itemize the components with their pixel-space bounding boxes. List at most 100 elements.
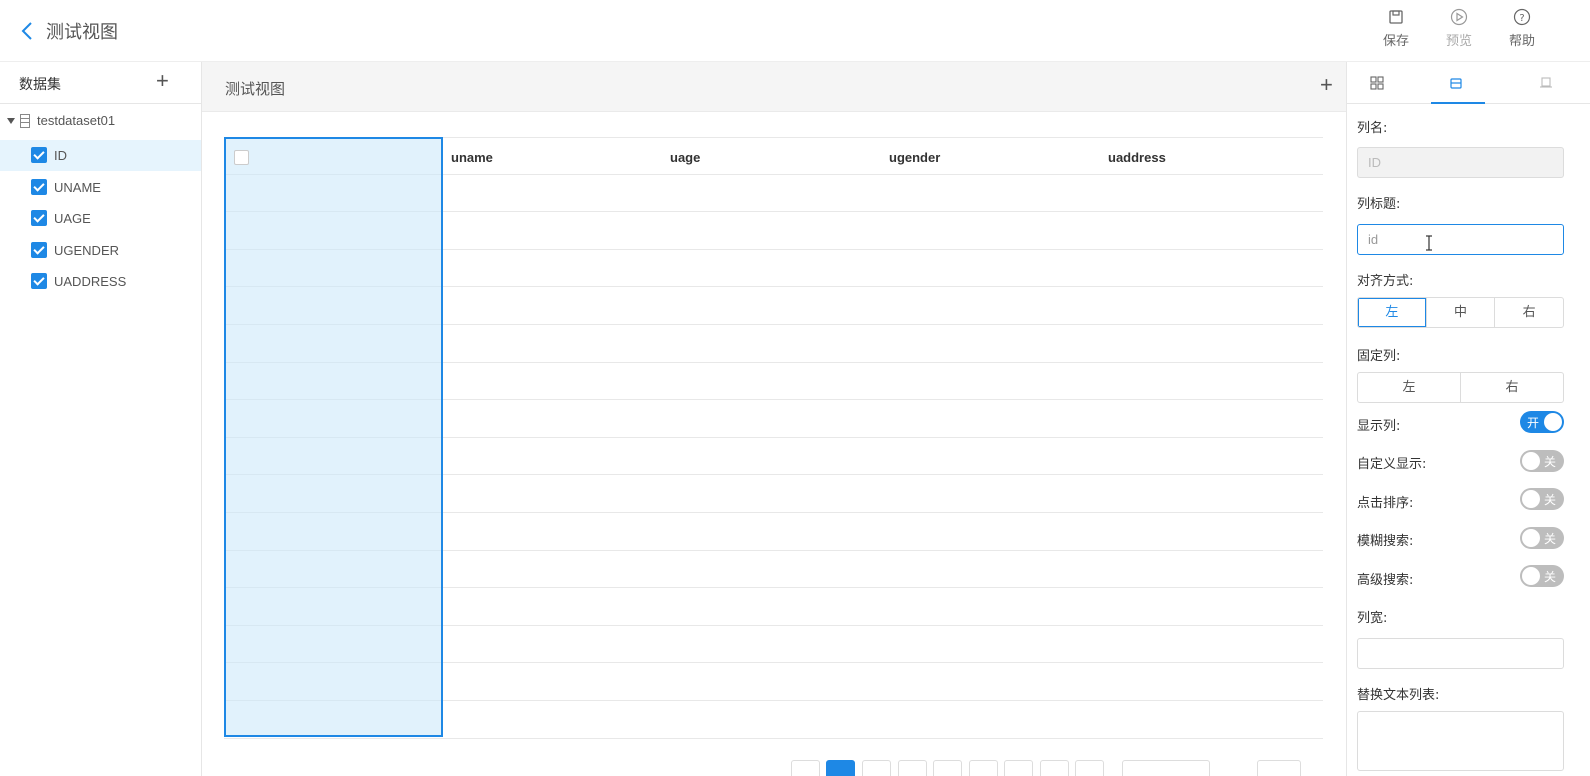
save-icon — [1389, 10, 1403, 24]
page-jump-input[interactable] — [1257, 760, 1301, 776]
toggle-state: 关 — [1544, 532, 1557, 546]
help-icon: ? — [1513, 8, 1531, 26]
column-header-uname[interactable]: uname — [451, 150, 493, 165]
col-title-label: 列标题: — [1357, 197, 1401, 212]
pager-page-button[interactable] — [1004, 760, 1033, 776]
checkbox-checked-icon[interactable] — [31, 147, 47, 163]
fuzzy-search-toggle[interactable]: 关 — [1520, 527, 1564, 549]
align-left-button[interactable]: 左 — [1358, 298, 1426, 327]
col-title-input[interactable]: id — [1357, 224, 1564, 255]
grid-layout-icon — [1370, 76, 1384, 90]
text-cursor-icon — [1426, 235, 1432, 251]
dataset-node[interactable]: testdataset01 — [0, 110, 202, 134]
checkbox-checked-icon[interactable] — [31, 242, 47, 258]
adv-search-toggle[interactable]: 关 — [1520, 565, 1564, 587]
sidebar-title: 数据集 — [19, 77, 61, 93]
back-arrow-icon[interactable] — [18, 19, 38, 43]
column-header-ugender[interactable]: ugender — [889, 150, 940, 165]
top-bar: 测试视图 保存 预览 ? 帮助 — [0, 0, 1590, 62]
align-right-button[interactable]: 右 — [1494, 298, 1563, 327]
field-item-uage[interactable]: UAGE — [0, 203, 201, 234]
click-sort-label: 点击排序: — [1357, 496, 1414, 511]
save-label: 保存 — [1382, 33, 1409, 48]
fixed-col-label: 固定列: — [1357, 349, 1401, 364]
column-header-uaddress[interactable]: uaddress — [1108, 150, 1166, 165]
click-sort-toggle[interactable]: 关 — [1520, 488, 1564, 510]
toggle-knob — [1522, 529, 1540, 547]
field-item-uname[interactable]: UNAME — [0, 172, 201, 203]
fixed-col-button-group: 左 右 — [1357, 372, 1564, 403]
page-size-select[interactable] — [1122, 760, 1210, 776]
checkbox-checked-icon[interactable] — [31, 210, 47, 226]
col-width-label: 列宽: — [1357, 611, 1388, 626]
dataset-sidebar: 数据集 + testdataset01 ID UNAME UAGE UGENDE… — [0, 62, 202, 776]
pager-prev-button[interactable] — [791, 760, 820, 776]
column-properties-panel: 列名: ID 列标题: id 对齐方式: 左 中 右 固定列: 左 右 显示列:… — [1346, 62, 1590, 776]
align-center-button[interactable]: 中 — [1425, 298, 1495, 327]
column-settings-icon — [1450, 78, 1462, 89]
pager-page-button[interactable] — [898, 760, 927, 776]
toggle-state: 关 — [1544, 570, 1557, 584]
adv-search-label: 高级搜索: — [1357, 573, 1414, 588]
checkbox-checked-icon[interactable] — [31, 179, 47, 195]
toggle-state: 开 — [1527, 416, 1540, 430]
toggle-knob — [1522, 567, 1540, 585]
field-label: ID — [54, 148, 67, 163]
save-button[interactable]: 保存 — [1371, 8, 1421, 49]
panel-tabs — [1347, 62, 1590, 104]
help-label: 帮助 — [1508, 33, 1535, 48]
align-button-group: 左 中 右 — [1357, 297, 1564, 328]
table-icon — [20, 114, 30, 128]
select-all-checkbox[interactable] — [234, 150, 249, 165]
play-icon — [1450, 8, 1468, 26]
column-header-uage[interactable]: uage — [670, 150, 700, 165]
replace-text-textarea[interactable] — [1357, 711, 1564, 771]
preview-button[interactable]: 预览 — [1434, 8, 1484, 49]
svg-text:?: ? — [1519, 13, 1524, 24]
selected-column-id[interactable] — [224, 137, 443, 737]
field-item-id[interactable]: ID — [0, 140, 201, 171]
view-title: 测试视图 — [225, 80, 286, 98]
page-title: 测试视图 — [46, 22, 118, 43]
pager-page-button[interactable] — [933, 760, 962, 776]
tab-layout[interactable] — [1352, 62, 1406, 104]
col-name-label: 列名: — [1357, 121, 1388, 136]
caret-down-icon[interactable] — [7, 118, 15, 124]
fixed-right-button[interactable]: 右 — [1460, 373, 1563, 402]
toggle-state: 关 — [1544, 455, 1557, 469]
custom-display-label: 自定义显示: — [1357, 457, 1427, 472]
tab-style[interactable] — [1521, 62, 1575, 104]
fixed-left-button[interactable]: 左 — [1358, 373, 1460, 402]
toggle-knob — [1522, 490, 1540, 508]
pager-page-button[interactable] — [1040, 760, 1069, 776]
pager-next-button[interactable] — [1075, 760, 1104, 776]
add-dataset-plus-icon[interactable]: + — [156, 68, 169, 94]
field-label: UGENDER — [54, 243, 120, 258]
field-item-uaddress[interactable]: UADDRESS — [0, 266, 201, 297]
col-name-input: ID — [1357, 147, 1564, 178]
field-item-ugender[interactable]: UGENDER — [0, 235, 201, 266]
pager-page-button[interactable] — [862, 760, 891, 776]
show-col-label: 显示列: — [1357, 419, 1401, 434]
preview-label: 预览 — [1445, 33, 1472, 48]
fuzzy-search-label: 模糊搜索: — [1357, 534, 1414, 549]
help-button[interactable]: ? 帮助 — [1497, 8, 1547, 49]
show-col-toggle[interactable]: 开 — [1520, 411, 1564, 433]
pager-page-button[interactable] — [826, 760, 855, 776]
align-label: 对齐方式: — [1357, 274, 1414, 289]
toggle-knob — [1544, 413, 1562, 431]
pager-page-button[interactable] — [969, 760, 998, 776]
add-column-plus-icon[interactable]: + — [1320, 72, 1333, 98]
view-header: 测试视图 + — [202, 62, 1346, 112]
field-label: UADDRESS — [54, 274, 127, 289]
toggle-state: 关 — [1544, 493, 1557, 507]
field-label: UNAME — [54, 180, 101, 195]
custom-display-toggle[interactable]: 关 — [1520, 450, 1564, 472]
checkbox-checked-icon[interactable] — [31, 273, 47, 289]
replace-text-label: 替换文本列表: — [1357, 688, 1440, 703]
sidebar-header: 数据集 + — [0, 62, 201, 104]
col-width-input[interactable] — [1357, 638, 1564, 669]
printer-icon — [1540, 77, 1552, 88]
tab-column[interactable] — [1431, 62, 1485, 104]
dataset-label: testdataset01 — [37, 113, 116, 128]
